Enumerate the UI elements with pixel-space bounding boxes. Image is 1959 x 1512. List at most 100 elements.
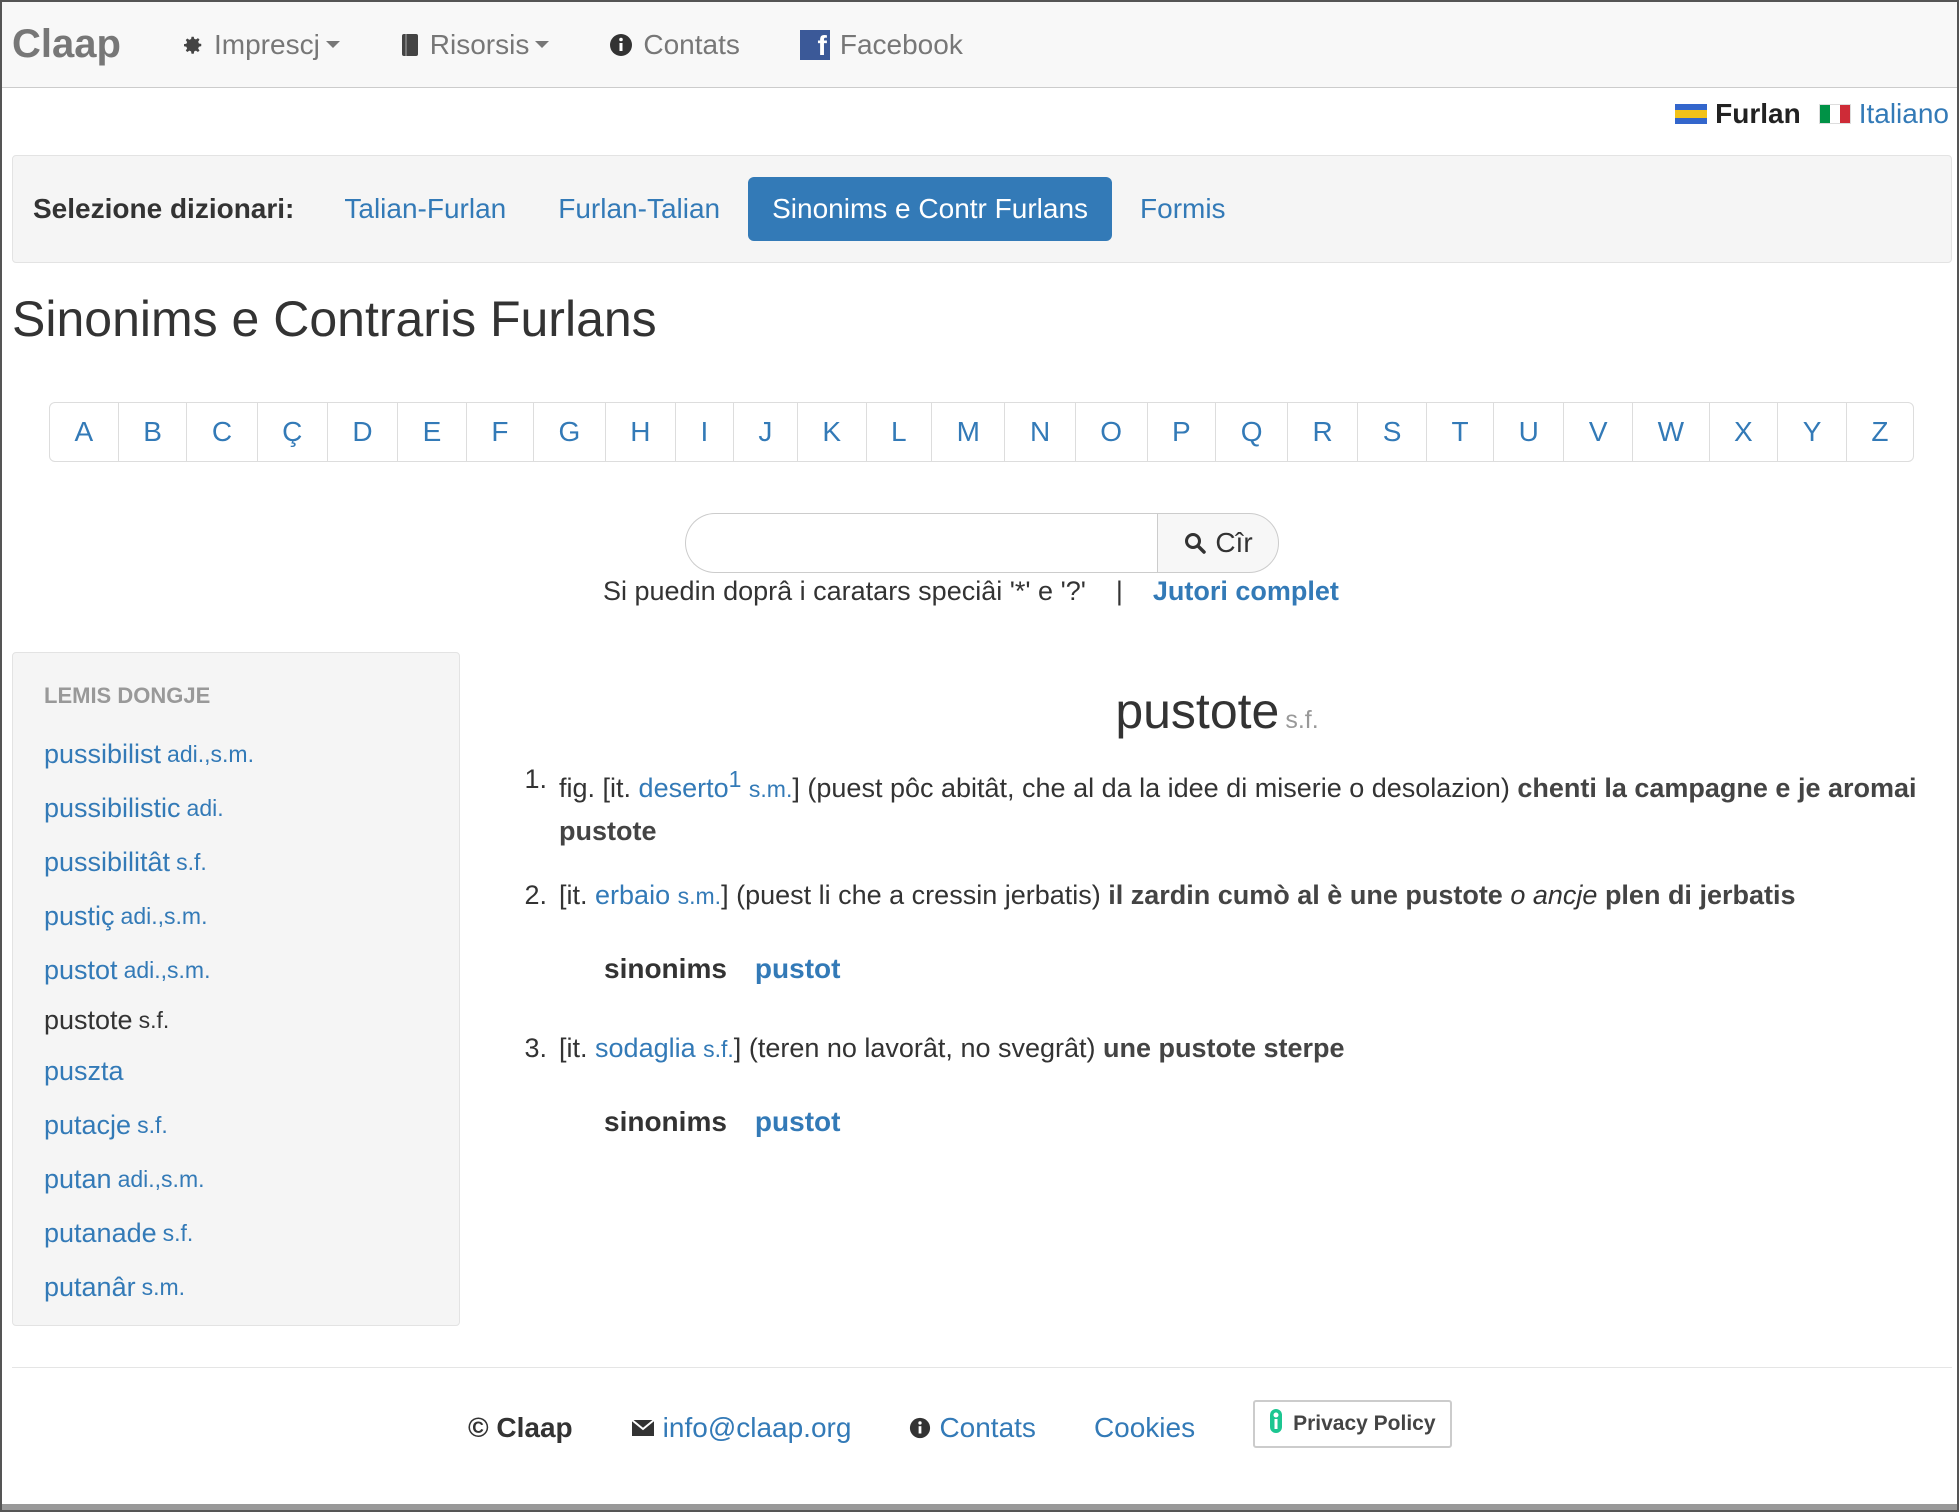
alphabet-letter-link[interactable]: Z	[1847, 403, 1913, 461]
footer-cookies-link[interactable]: Cookies	[1094, 1412, 1195, 1444]
sense-prefix: [it.	[559, 1033, 588, 1063]
nearby-word-link[interactable]: putacje s.f.	[44, 1098, 459, 1152]
search-icon	[1185, 533, 1207, 554]
alphabet-letter-link[interactable]: T	[1427, 403, 1495, 461]
nearby-word-text: pustote	[44, 1005, 133, 1035]
alphabet-letter-link[interactable]: Ç	[258, 403, 328, 461]
nearby-word-pos: adi.,s.m.	[167, 740, 254, 767]
alphabet-letter-link[interactable]: U	[1494, 403, 1565, 461]
alphabet-letter-link[interactable]: W	[1633, 403, 1710, 461]
entry-headword: pustote s.f.	[507, 682, 1917, 740]
alphabet-letter-link[interactable]: K	[798, 403, 867, 461]
homonym-number: 1	[728, 766, 742, 792]
tab-sinonims[interactable]: Sinonims e Contr Furlans	[748, 177, 1113, 241]
alphabet-letter-link[interactable]: G	[534, 403, 606, 461]
footer-email-link[interactable]: info@claap.org	[631, 1412, 851, 1444]
nearby-word-text: puszta	[44, 1055, 124, 1086]
bracket-close: ]	[721, 880, 729, 910]
italian-word-pos[interactable]: s.m.	[749, 776, 792, 802]
tab-talian-furlan[interactable]: Talian-Furlan	[320, 177, 530, 241]
italian-word-link[interactable]: erbaio	[595, 880, 670, 910]
search-input[interactable]	[685, 513, 1157, 573]
nearby-word-text: putanâr	[44, 1271, 136, 1302]
nearby-word-link[interactable]: putanâr s.m.	[44, 1260, 459, 1314]
friulian-flag-icon	[1675, 104, 1708, 124]
page-title: Sinonims e Contraris Furlans	[12, 291, 657, 347]
alphabet-letter-link[interactable]: A	[50, 403, 119, 461]
alphabet-letter-link[interactable]: H	[606, 403, 677, 461]
italian-word-link[interactable]: sodaglia	[595, 1033, 696, 1063]
alphabet-letter-link[interactable]: N	[1005, 403, 1076, 461]
synonym-link[interactable]: pustot	[755, 1106, 841, 1138]
info-icon	[609, 33, 633, 57]
nearby-word-link[interactable]: pussibilist adi.,s.m.	[44, 727, 459, 781]
nearby-word-link[interactable]: pustot adi.,s.m.	[44, 943, 459, 997]
search-button[interactable]: Cîr	[1157, 513, 1279, 573]
nav-facebook[interactable]: f Facebook	[799, 29, 963, 61]
footer-copyright: © Claap	[468, 1412, 573, 1443]
nearby-words-panel: LEMIS DONGJE pussibilist adi.,s.m. pussibi…	[12, 652, 460, 1326]
nearby-word-pos: s.f.	[137, 1111, 168, 1138]
footer-contats-link[interactable]: Contats	[909, 1412, 1036, 1444]
alphabet-letter-link[interactable]: C	[187, 403, 258, 461]
italian-word-pos[interactable]: s.m.	[678, 883, 721, 909]
alphabet-letter-link[interactable]: D	[328, 403, 399, 461]
help-link[interactable]: Jutori complet	[1153, 576, 1339, 607]
nearby-word-pos: s.f.	[176, 848, 207, 875]
alphabet-letter-link[interactable]: J	[734, 403, 798, 461]
alphabet-letter-link[interactable]: F	[467, 403, 534, 461]
sense-example: il zardin cumò al è une pustote	[1108, 880, 1503, 910]
nearby-word-pos: adi.,s.m.	[117, 1165, 205, 1192]
nearby-word-pos: adi.	[186, 794, 224, 821]
sense-example-alt: plen di jerbatis	[1604, 880, 1796, 910]
nearby-word-link[interactable]: puszta	[44, 1044, 459, 1098]
search-form: Cîr	[685, 513, 1279, 573]
tab-formis[interactable]: Formis	[1116, 177, 1250, 241]
italian-word-pos[interactable]: s.f.	[703, 1036, 734, 1062]
alphabet-letter-link[interactable]: X	[1710, 403, 1779, 461]
alphabet-letter-link[interactable]: R	[1288, 403, 1359, 461]
nearby-word-link[interactable]: pussibilitât s.f.	[44, 835, 459, 889]
nearby-word-link[interactable]: pustiç adi.,s.m.	[44, 889, 459, 943]
synonym-link[interactable]: pustot	[755, 953, 841, 985]
nav-contats[interactable]: Contats	[609, 29, 740, 61]
alphabet-letter-link[interactable]: S	[1358, 403, 1427, 461]
alphabet-letter-link[interactable]: E	[398, 403, 467, 461]
alphabet-letter-link[interactable]: M	[932, 403, 1006, 461]
alphabet-letter-link[interactable]: I	[676, 403, 734, 461]
sense-number: 3.	[524, 1033, 547, 1063]
brand-logo[interactable]: Claap	[12, 22, 182, 67]
nearby-word-pos: s.m.	[141, 1273, 186, 1300]
nav-contats-label: Contats	[643, 28, 740, 60]
nearby-word-link[interactable]: putanade s.f.	[44, 1206, 459, 1260]
alphabet-letter-link[interactable]: P	[1148, 403, 1217, 461]
language-current[interactable]: Furlan	[1715, 98, 1801, 130]
iubenda-icon	[1269, 1408, 1283, 1440]
search-hint-text: Si puedin doprâ i caratars speciâi '*' e…	[603, 576, 1086, 606]
privacy-policy-button[interactable]: Privacy Policy	[1253, 1400, 1452, 1448]
bottom-scroll-edge	[2, 1504, 1957, 1510]
alphabet-pagination: ABCÇDEFGHIJKLMNOPQRSTUVWXYZ	[49, 402, 1914, 462]
alphabet-letter-link[interactable]: Y	[1778, 403, 1847, 461]
book-icon	[400, 33, 420, 57]
alphabet-letter-link[interactable]: Q	[1216, 403, 1289, 461]
alphabet-letter-link[interactable]: V	[1564, 403, 1634, 461]
sense-1: 1. fig. [it. deserto1 s.m.] (puest pôc a…	[507, 758, 1917, 852]
nearby-word-text: pussibilist	[44, 738, 162, 769]
italian-word-link[interactable]: deserto	[639, 773, 729, 803]
alphabet-letter-link[interactable]: B	[119, 403, 188, 461]
sense-number: 1.	[524, 764, 547, 794]
alphabet-letter-link[interactable]: O	[1076, 403, 1148, 461]
alphabet-letter-link[interactable]: L	[867, 403, 933, 461]
bracket-close: ]	[733, 1033, 742, 1063]
chevron-down-icon	[325, 41, 340, 48]
nearby-word-link[interactable]: pussibilistic adi.	[44, 781, 459, 835]
nav-imprescj[interactable]: Imprescj	[182, 29, 340, 61]
nearby-word-link[interactable]: putan adi.,s.m.	[44, 1152, 459, 1206]
language-italiano-link[interactable]: Italiano	[1859, 98, 1949, 130]
sense-prefix: fig. [it.	[559, 773, 632, 803]
nav-risorsis[interactable]: Risorsis	[400, 29, 550, 61]
info-icon	[909, 1417, 931, 1439]
tab-furlan-talian[interactable]: Furlan-Talian	[534, 177, 744, 241]
gear-icon	[182, 34, 204, 56]
